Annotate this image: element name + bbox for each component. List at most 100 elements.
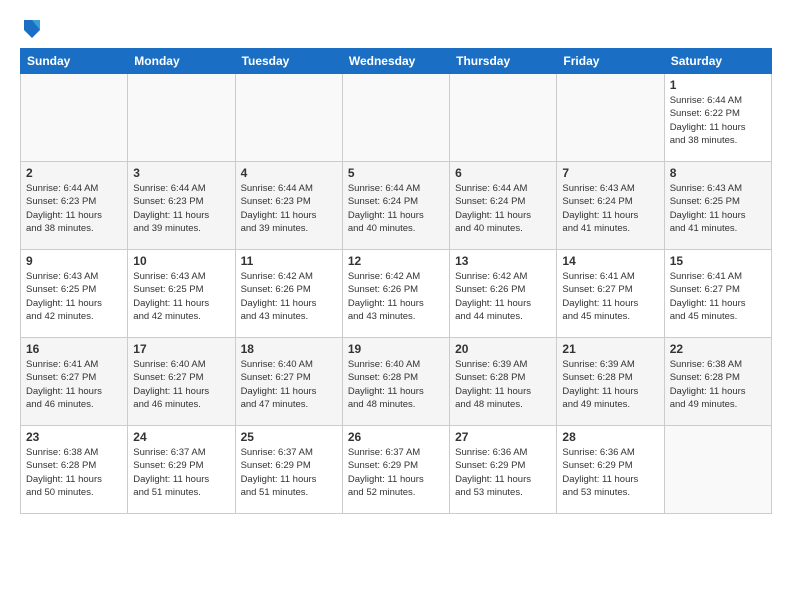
calendar-cell: 12Sunrise: 6:42 AM Sunset: 6:26 PM Dayli… bbox=[342, 250, 449, 338]
day-number: 23 bbox=[26, 430, 122, 444]
calendar-cell: 27 Sunrise: 6:36 AM Sunset: 6:29 PM Dayli… bbox=[450, 426, 557, 514]
calendar-cell bbox=[450, 74, 557, 162]
calendar-cell: 9 Sunrise: 6:43 AM Sunset: 6:25 PM Daylig… bbox=[21, 250, 128, 338]
calendar-cell bbox=[342, 74, 449, 162]
calendar-cell: 28 Sunrise: 6:36 AM Sunset: 6:29 PM Dayli… bbox=[557, 426, 664, 514]
day-number: 15 bbox=[670, 254, 766, 268]
calendar-cell: 23 Sunrise: 6:38 AM Sunset: 6:28 PM Dayli… bbox=[21, 426, 128, 514]
day-info: Sunrise: 6:38 AM Sunset: 6:28 PM Dayligh… bbox=[670, 358, 766, 411]
day-number: 14 bbox=[562, 254, 658, 268]
calendar-cell: 4 Sunrise: 6:44 AM Sunset: 6:23 PM Daylig… bbox=[235, 162, 342, 250]
day-info: Sunrise: 6:37 AM Sunset: 6:29 PM Dayligh… bbox=[241, 446, 337, 499]
day-info: Sunrise: 6:38 AM Sunset: 6:28 PM Dayligh… bbox=[26, 446, 122, 499]
calendar-week-1: 2 Sunrise: 6:44 AM Sunset: 6:23 PM Daylig… bbox=[21, 162, 772, 250]
day-number: 8 bbox=[670, 166, 766, 180]
day-number: 24 bbox=[133, 430, 229, 444]
calendar-cell: 22 Sunrise: 6:38 AM Sunset: 6:28 PM Dayli… bbox=[664, 338, 771, 426]
day-info: Sunrise: 6:44 AM Sunset: 6:23 PM Dayligh… bbox=[133, 182, 229, 235]
day-info: Sunrise: 6:40 AM Sunset: 6:28 PM Dayligh… bbox=[348, 358, 444, 411]
calendar-cell: 1 Sunrise: 6:44 AM Sunset: 6:22 PM Daylig… bbox=[664, 74, 771, 162]
calendar-cell: 8 Sunrise: 6:43 AM Sunset: 6:25 PM Daylig… bbox=[664, 162, 771, 250]
day-number: 27 bbox=[455, 430, 551, 444]
day-number: 6 bbox=[455, 166, 551, 180]
day-number: 25 bbox=[241, 430, 337, 444]
day-number: 11 bbox=[241, 254, 337, 268]
calendar-header-wednesday: Wednesday bbox=[342, 49, 449, 74]
day-info: Sunrise: 6:41 AM Sunset: 6:27 PM Dayligh… bbox=[670, 270, 766, 323]
calendar-cell: 21 Sunrise: 6:39 AM Sunset: 6:28 PM Dayli… bbox=[557, 338, 664, 426]
day-info: Sunrise: 6:36 AM Sunset: 6:29 PM Dayligh… bbox=[455, 446, 551, 499]
calendar-header-friday: Friday bbox=[557, 49, 664, 74]
day-number: 17 bbox=[133, 342, 229, 356]
calendar-cell bbox=[128, 74, 235, 162]
calendar-cell: 18 Sunrise: 6:40 AM Sunset: 6:27 PM Dayli… bbox=[235, 338, 342, 426]
day-info: Sunrise: 6:43 AM Sunset: 6:24 PM Dayligh… bbox=[562, 182, 658, 235]
calendar-cell: 25 Sunrise: 6:37 AM Sunset: 6:29 PM Dayli… bbox=[235, 426, 342, 514]
day-number: 10 bbox=[133, 254, 229, 268]
calendar-cell: 26Sunrise: 6:37 AM Sunset: 6:29 PM Dayli… bbox=[342, 426, 449, 514]
calendar-cell bbox=[664, 426, 771, 514]
day-info: Sunrise: 6:37 AM Sunset: 6:29 PM Dayligh… bbox=[133, 446, 229, 499]
calendar-header-tuesday: Tuesday bbox=[235, 49, 342, 74]
day-number: 7 bbox=[562, 166, 658, 180]
day-number: 16 bbox=[26, 342, 122, 356]
day-info: Sunrise: 6:44 AM Sunset: 6:24 PM Dayligh… bbox=[455, 182, 551, 235]
calendar-cell: 3 Sunrise: 6:44 AM Sunset: 6:23 PM Daylig… bbox=[128, 162, 235, 250]
calendar: SundayMondayTuesdayWednesdayThursdayFrid… bbox=[20, 48, 772, 514]
day-number: 9 bbox=[26, 254, 122, 268]
page: SundayMondayTuesdayWednesdayThursdayFrid… bbox=[0, 0, 792, 612]
calendar-week-4: 23 Sunrise: 6:38 AM Sunset: 6:28 PM Dayli… bbox=[21, 426, 772, 514]
calendar-header-sunday: Sunday bbox=[21, 49, 128, 74]
calendar-cell bbox=[557, 74, 664, 162]
calendar-header-row: SundayMondayTuesdayWednesdayThursdayFrid… bbox=[21, 49, 772, 74]
day-info: Sunrise: 6:44 AM Sunset: 6:24 PM Dayligh… bbox=[348, 182, 444, 235]
calendar-week-3: 16Sunrise: 6:41 AM Sunset: 6:27 PM Dayli… bbox=[21, 338, 772, 426]
calendar-cell: 7 Sunrise: 6:43 AM Sunset: 6:24 PM Daylig… bbox=[557, 162, 664, 250]
calendar-header-thursday: Thursday bbox=[450, 49, 557, 74]
day-number: 21 bbox=[562, 342, 658, 356]
calendar-cell: 20 Sunrise: 6:39 AM Sunset: 6:28 PM Dayli… bbox=[450, 338, 557, 426]
calendar-cell: 17 Sunrise: 6:40 AM Sunset: 6:27 PM Dayli… bbox=[128, 338, 235, 426]
day-number: 4 bbox=[241, 166, 337, 180]
day-info: Sunrise: 6:39 AM Sunset: 6:28 PM Dayligh… bbox=[455, 358, 551, 411]
calendar-cell: 16Sunrise: 6:41 AM Sunset: 6:27 PM Dayli… bbox=[21, 338, 128, 426]
day-info: Sunrise: 6:44 AM Sunset: 6:23 PM Dayligh… bbox=[26, 182, 122, 235]
day-info: Sunrise: 6:42 AM Sunset: 6:26 PM Dayligh… bbox=[348, 270, 444, 323]
calendar-cell: 15 Sunrise: 6:41 AM Sunset: 6:27 PM Dayli… bbox=[664, 250, 771, 338]
day-info: Sunrise: 6:44 AM Sunset: 6:23 PM Dayligh… bbox=[241, 182, 337, 235]
calendar-cell bbox=[235, 74, 342, 162]
day-number: 18 bbox=[241, 342, 337, 356]
day-info: Sunrise: 6:43 AM Sunset: 6:25 PM Dayligh… bbox=[670, 182, 766, 235]
day-info: Sunrise: 6:42 AM Sunset: 6:26 PM Dayligh… bbox=[241, 270, 337, 323]
day-number: 3 bbox=[133, 166, 229, 180]
day-number: 2 bbox=[26, 166, 122, 180]
header bbox=[20, 16, 772, 40]
day-info: Sunrise: 6:36 AM Sunset: 6:29 PM Dayligh… bbox=[562, 446, 658, 499]
calendar-cell: 13 Sunrise: 6:42 AM Sunset: 6:26 PM Dayli… bbox=[450, 250, 557, 338]
day-number: 5 bbox=[348, 166, 444, 180]
logo bbox=[20, 16, 42, 40]
day-info: Sunrise: 6:41 AM Sunset: 6:27 PM Dayligh… bbox=[562, 270, 658, 323]
calendar-cell bbox=[21, 74, 128, 162]
day-number: 20 bbox=[455, 342, 551, 356]
calendar-week-2: 9 Sunrise: 6:43 AM Sunset: 6:25 PM Daylig… bbox=[21, 250, 772, 338]
calendar-cell: 14 Sunrise: 6:41 AM Sunset: 6:27 PM Dayli… bbox=[557, 250, 664, 338]
calendar-week-0: 1 Sunrise: 6:44 AM Sunset: 6:22 PM Daylig… bbox=[21, 74, 772, 162]
day-info: Sunrise: 6:42 AM Sunset: 6:26 PM Dayligh… bbox=[455, 270, 551, 323]
day-info: Sunrise: 6:39 AM Sunset: 6:28 PM Dayligh… bbox=[562, 358, 658, 411]
calendar-header-monday: Monday bbox=[128, 49, 235, 74]
day-info: Sunrise: 6:43 AM Sunset: 6:25 PM Dayligh… bbox=[26, 270, 122, 323]
day-info: Sunrise: 6:44 AM Sunset: 6:22 PM Dayligh… bbox=[670, 94, 766, 147]
day-number: 28 bbox=[562, 430, 658, 444]
calendar-cell: 6 Sunrise: 6:44 AM Sunset: 6:24 PM Daylig… bbox=[450, 162, 557, 250]
calendar-cell: 24 Sunrise: 6:37 AM Sunset: 6:29 PM Dayli… bbox=[128, 426, 235, 514]
calendar-cell: 19 Sunrise: 6:40 AM Sunset: 6:28 PM Dayli… bbox=[342, 338, 449, 426]
day-number: 22 bbox=[670, 342, 766, 356]
day-number: 1 bbox=[670, 78, 766, 92]
day-info: Sunrise: 6:40 AM Sunset: 6:27 PM Dayligh… bbox=[241, 358, 337, 411]
day-number: 19 bbox=[348, 342, 444, 356]
calendar-cell: 5 Sunrise: 6:44 AM Sunset: 6:24 PM Daylig… bbox=[342, 162, 449, 250]
day-number: 13 bbox=[455, 254, 551, 268]
day-number: 26 bbox=[348, 430, 444, 444]
day-info: Sunrise: 6:40 AM Sunset: 6:27 PM Dayligh… bbox=[133, 358, 229, 411]
